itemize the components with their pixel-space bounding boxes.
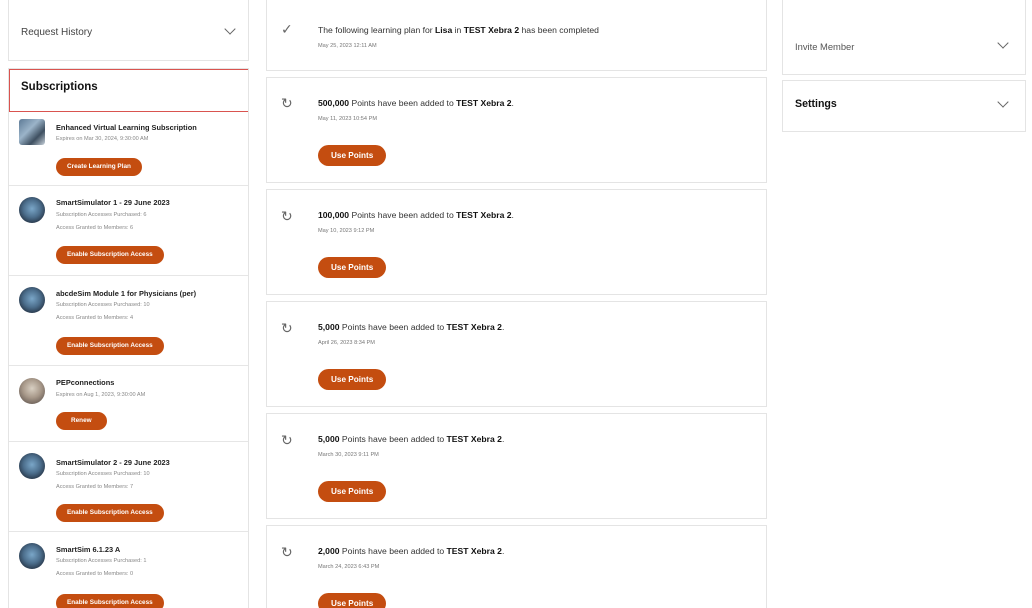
use-points-button[interactable]: Use Points — [318, 481, 387, 502]
invite-member-label: Invite Member — [795, 41, 855, 52]
feed-item-text: 2,000 Points have been added to TEST Xeb… — [318, 546, 505, 556]
use-points-button[interactable]: Use Points — [318, 145, 387, 166]
subscription-access-granted: Access Granted to Members: 7 — [56, 484, 134, 490]
feed-item-points: ↻ 5,000 Points have been added to TEST X… — [266, 301, 767, 407]
feed-item-text: The following learning plan for Lisa in … — [318, 25, 599, 35]
subscription-accesses-purchased: Subscription Accesses Purchased: 6 — [56, 212, 147, 218]
subscription-name: PEPconnections — [56, 378, 115, 387]
subscription-access-granted: Access Granted to Members: 4 — [56, 315, 134, 321]
feed-item-text: 100,000 Points have been added to TEST X… — [318, 210, 514, 220]
request-history-label: Request History — [21, 27, 93, 38]
use-points-button[interactable]: Use Points — [318, 593, 387, 608]
subscription-item: PEPconnections Expires on Aug 1, 2023, 9… — [9, 366, 248, 442]
subscription-item: abcdeSim Module 1 for Physicians (per) S… — [9, 276, 248, 366]
feed-item-points: ↻ 100,000 Points have been added to TEST… — [266, 189, 767, 295]
subscription-access-granted: Access Granted to Members: 6 — [56, 225, 134, 231]
feed-item-date: May 10, 2023 9:12 PM — [318, 228, 375, 234]
subscription-avatar — [19, 378, 45, 404]
refresh-icon: ↻ — [281, 432, 293, 448]
subscriptions-panel: Subscriptions Enhanced Virtual Learning … — [8, 68, 249, 608]
feed-item-date: March 24, 2023 6:43 PM — [318, 564, 380, 570]
chevron-down-icon[interactable] — [997, 37, 1009, 49]
subscriptions-header: Subscriptions — [9, 69, 248, 112]
enable-subscription-access-button[interactable]: Enable Subscription Access — [56, 246, 164, 264]
subscription-avatar — [19, 197, 45, 223]
refresh-icon: ↻ — [281, 208, 293, 224]
feed-item-text: 5,000 Points have been added to TEST Xeb… — [318, 434, 505, 444]
settings-label: Settings — [795, 98, 837, 110]
subscription-accesses-purchased: Subscription Accesses Purchased: 10 — [56, 471, 150, 477]
chevron-down-icon[interactable] — [224, 23, 236, 35]
enable-subscription-access-button[interactable]: Enable Subscription Access — [56, 337, 164, 355]
enable-subscription-access-button[interactable]: Enable Subscription Access — [56, 594, 164, 608]
refresh-icon: ↻ — [281, 320, 293, 336]
feed-item-completed: ✓ The following learning plan for Lisa i… — [266, 0, 767, 71]
subscription-thumbnail — [19, 119, 45, 145]
feed-item-points: ↻ 5,000 Points have been added to TEST X… — [266, 413, 767, 519]
left-column: Request History Subscriptions Enhanced V… — [8, 0, 249, 608]
feed-item-date: May 11, 2023 10:54 PM — [318, 116, 377, 122]
request-history-panel[interactable]: Request History — [8, 0, 249, 61]
subscription-name: SmartSim 6.1.23 A — [56, 545, 121, 554]
enable-subscription-access-button[interactable]: Enable Subscription Access — [56, 504, 164, 522]
feed-item-points: ↻ 500,000 Points have been added to TEST… — [266, 77, 767, 183]
feed-item-text: 5,000 Points have been added to TEST Xeb… — [318, 322, 505, 332]
subscription-accesses-purchased: Subscription Accesses Purchased: 10 — [56, 302, 150, 308]
create-learning-plan-button[interactable]: Create Learning Plan — [56, 158, 142, 176]
invite-member-panel[interactable]: Invite Member — [782, 0, 1026, 75]
feed-item-text: 500,000 Points have been added to TEST X… — [318, 98, 514, 108]
subscription-avatar — [19, 453, 45, 479]
subscription-name: Enhanced Virtual Learning Subscription — [56, 123, 197, 132]
subscription-name: abcdeSim Module 1 for Physicians (per) — [56, 289, 197, 298]
subscriptions-title: Subscriptions — [21, 81, 98, 93]
subscription-access-granted: Access Granted to Members: 0 — [56, 571, 134, 577]
refresh-icon: ↻ — [281, 544, 293, 560]
feed-item-date: May 25, 2023 12:11 AM — [318, 43, 377, 49]
subscription-avatar — [19, 287, 45, 313]
subscription-accesses-purchased: Subscription Accesses Purchased: 1 — [56, 558, 147, 564]
subscription-name: SmartSimulator 2 - 29 June 2023 — [56, 458, 170, 467]
subscription-item: SmartSimulator 1 - 29 June 2023 Subscrip… — [9, 186, 248, 276]
subscription-item: Enhanced Virtual Learning Subscription E… — [9, 112, 248, 186]
check-icon: ✓ — [281, 21, 293, 37]
subscription-expiry: Expires on Aug 1, 2023, 9:30:00 AM — [56, 392, 146, 398]
subscription-item: SmartSimulator 2 - 29 June 2023 Subscrip… — [9, 442, 248, 532]
subscription-expiry: Expires on Mar 30, 2024, 9:30:00 AM — [56, 136, 149, 142]
activity-feed: ✓ The following learning plan for Lisa i… — [266, 0, 767, 608]
use-points-button[interactable]: Use Points — [318, 369, 387, 390]
subscription-item: SmartSim 6.1.23 A Subscription Accesses … — [9, 532, 248, 608]
subscription-name: SmartSimulator 1 - 29 June 2023 — [56, 198, 170, 207]
renew-button[interactable]: Renew — [56, 412, 107, 430]
feed-item-points: ↻ 2,000 Points have been added to TEST X… — [266, 525, 767, 608]
use-points-button[interactable]: Use Points — [318, 257, 387, 278]
subscription-avatar — [19, 543, 45, 569]
chevron-down-icon[interactable] — [997, 96, 1009, 108]
feed-item-date: March 30, 2023 9:11 PM — [318, 452, 379, 458]
refresh-icon: ↻ — [281, 95, 293, 111]
feed-item-date: April 26, 2023 8:34 PM — [318, 340, 375, 346]
settings-panel[interactable]: Settings — [782, 80, 1026, 132]
right-column: Invite Member Settings — [782, 0, 1026, 140]
